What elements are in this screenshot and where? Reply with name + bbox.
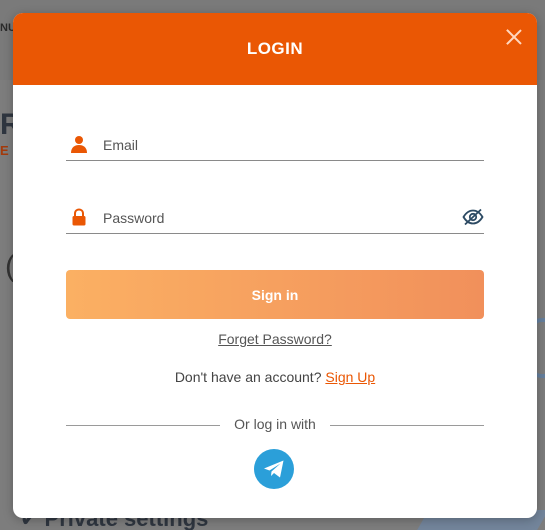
- signin-button[interactable]: Sign in: [66, 270, 484, 319]
- email-input[interactable]: [103, 135, 443, 155]
- user-icon: [71, 136, 87, 153]
- forget-password-link[interactable]: Forget Password?: [218, 331, 332, 347]
- or-log-in-with-text: Or log in with: [234, 416, 316, 432]
- telegram-login-button[interactable]: [254, 449, 294, 489]
- signup-row: Don't have an account? Sign Up: [13, 369, 537, 385]
- modal-header: LOGIN: [13, 13, 537, 85]
- login-modal: LOGIN Sign in Forget Password? Don't hav…: [13, 13, 537, 518]
- lock-icon: [72, 208, 86, 226]
- no-account-text: Don't have an account?: [174, 369, 322, 385]
- signup-link[interactable]: Sign Up: [325, 369, 375, 385]
- modal-title: LOGIN: [246, 39, 304, 58]
- close-icon[interactable]: [505, 28, 523, 46]
- divider-line: [330, 425, 484, 426]
- forget-password-row: Forget Password?: [13, 331, 537, 349]
- eye-off-icon[interactable]: [462, 208, 484, 226]
- password-input[interactable]: [103, 208, 443, 228]
- social-divider: Or log in with: [66, 416, 484, 434]
- password-field: [66, 194, 484, 234]
- telegram-icon: [264, 460, 284, 478]
- email-field: [66, 121, 484, 161]
